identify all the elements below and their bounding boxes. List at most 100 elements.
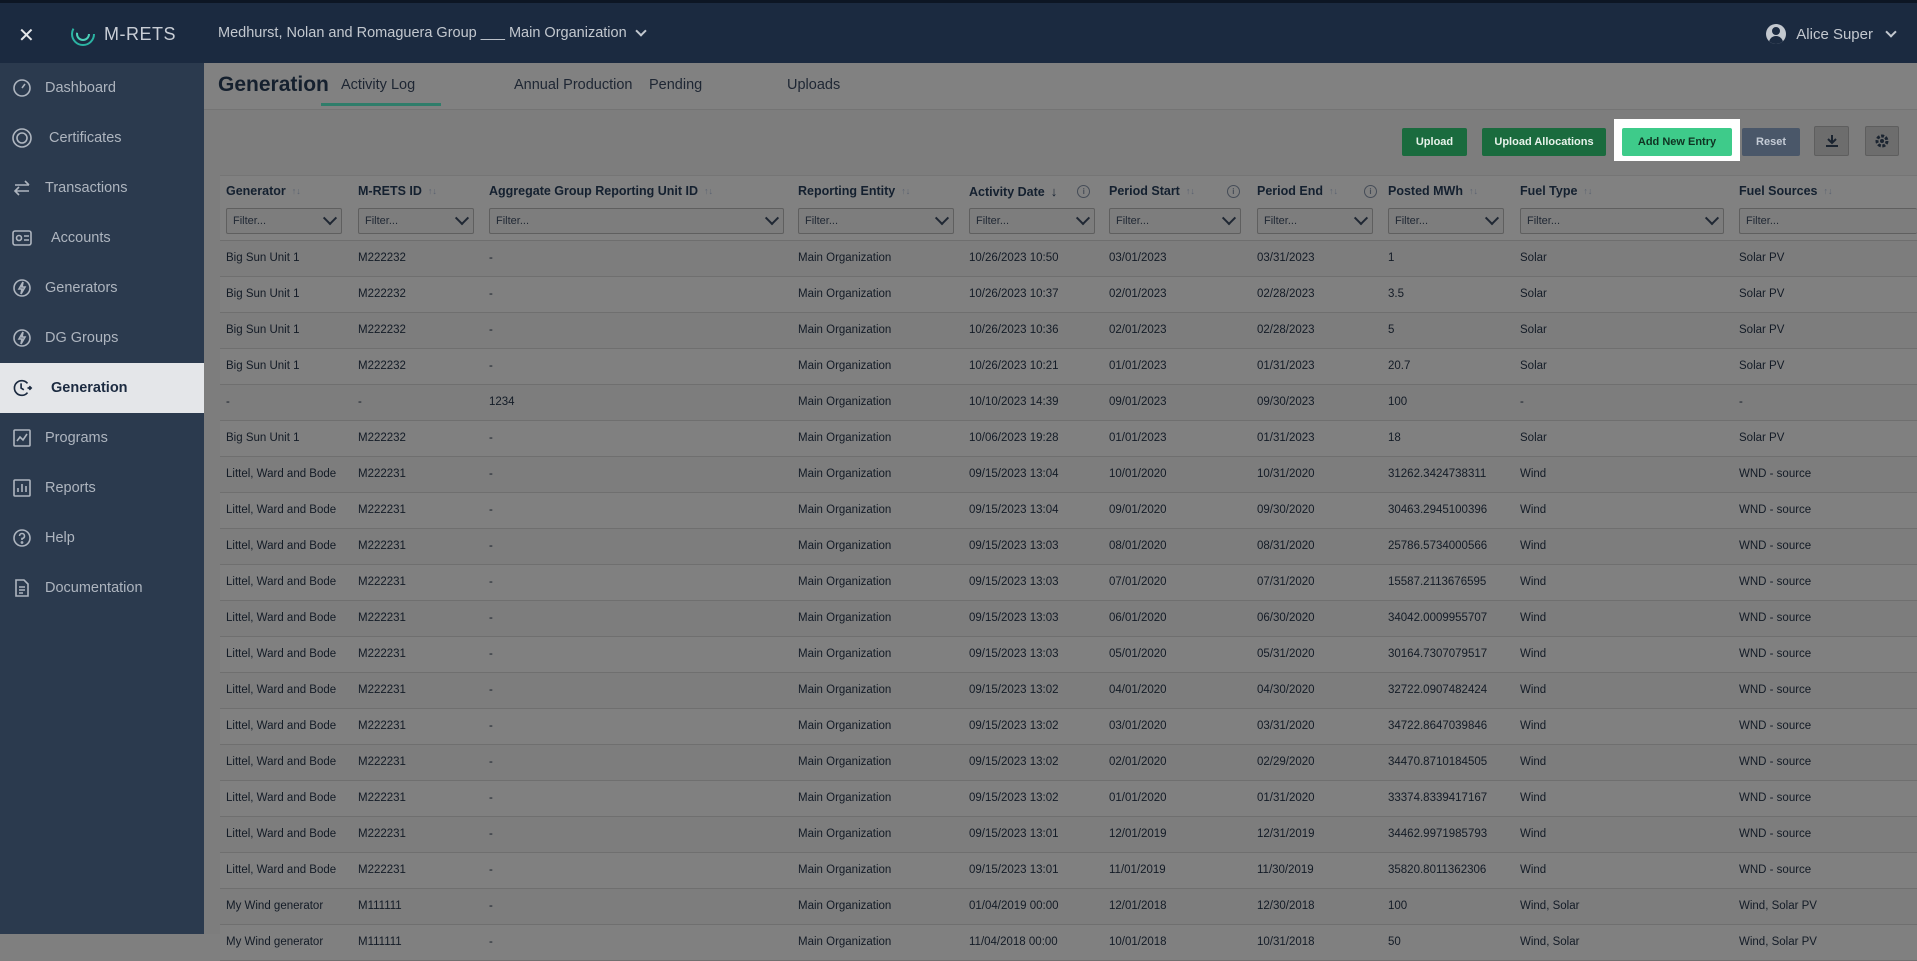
column-activity-date[interactable]: Activity Date ↓ i — [969, 184, 1091, 199]
lightning-icon — [11, 277, 33, 299]
column-mrets-id[interactable]: M-RETS ID ↑↓ — [358, 184, 437, 198]
sort-icon[interactable]: ↑↓ — [428, 186, 437, 196]
user-name: Alice Super — [1796, 25, 1873, 43]
chevron-down-icon — [1221, 211, 1237, 226]
sidebar-item-label: Transactions — [45, 180, 128, 196]
download-button[interactable] — [1814, 126, 1849, 156]
filter-fuel-sources[interactable]: Filter... — [1739, 208, 1917, 234]
tab-pending[interactable]: Pending — [649, 77, 702, 93]
column-fuel-sources[interactable]: Fuel Sources ↑↓ — [1739, 184, 1833, 198]
logo[interactable]: M-RETS — [70, 21, 176, 47]
sidebar-item-help[interactable]: Help — [0, 513, 204, 563]
column-period-end[interactable]: Period End ↑↓ i — [1257, 184, 1377, 198]
cell-activity-date: 09/15/2023 13:03 — [969, 540, 1059, 552]
column-reporting-entity[interactable]: Reporting Entity ↑↓ — [798, 184, 910, 198]
sort-icon[interactable]: ↑↓ — [1329, 186, 1338, 196]
filter-mrets-id[interactable]: Filter... — [358, 208, 474, 234]
sort-icon[interactable]: ↑↓ — [901, 186, 910, 196]
cell-posted-mwh: 34042.0009955707 — [1388, 612, 1488, 624]
settings-button[interactable] — [1865, 126, 1899, 156]
cell-period-start: 04/01/2020 — [1109, 684, 1167, 696]
sidebar-item-reports[interactable]: Reports — [0, 463, 204, 513]
reset-button[interactable]: Reset — [1742, 128, 1800, 156]
table-row[interactable]: - - 1234 Main Organization 10/10/2023 14:39 0… — [220, 385, 1917, 421]
filter-aggregate-group-id[interactable]: Filter... — [489, 208, 784, 234]
table-row[interactable]: Littel, Ward and Bode M222231 - Main Organi… — [220, 457, 1917, 493]
cell-generator: My Wind generator — [226, 900, 324, 912]
sidebar-item-dg-groups[interactable]: DG Groups — [0, 313, 204, 363]
tab-activity-log[interactable]: Activity Log — [321, 77, 442, 106]
filter-generator[interactable]: Filter... — [226, 208, 342, 234]
sidebar-item-accounts[interactable]: Accounts — [0, 213, 204, 263]
sidebar-item-transactions[interactable]: Transactions — [0, 163, 204, 213]
filter-placeholder: Filter... — [1395, 215, 1429, 227]
cell-period-start: 09/01/2020 — [1109, 504, 1167, 516]
cell-aggregate-group-id: - — [489, 576, 493, 588]
cell-activity-date: 09/15/2023 13:01 — [969, 864, 1059, 876]
table-row[interactable]: Littel, Ward and Bode M222231 - Main Organi… — [220, 529, 1917, 565]
table-row[interactable]: Big Sun Unit 1 M222232 - Main Organization 1… — [220, 421, 1917, 457]
upload-button[interactable]: Upload — [1402, 128, 1467, 156]
tab-annual-production[interactable]: Annual Production — [514, 77, 633, 93]
table-row[interactable]: Littel, Ward and Bode M222231 - Main Organi… — [220, 493, 1917, 529]
table-row[interactable]: My Wind generator M111111 - Main Organizati… — [220, 925, 1917, 961]
info-icon[interactable]: i — [1077, 185, 1091, 198]
cell-period-end: 11/30/2019 — [1257, 864, 1314, 876]
cell-mrets-id: M222231 — [358, 648, 406, 660]
cell-period-end: 10/31/2020 — [1257, 468, 1315, 480]
table-row[interactable]: Big Sun Unit 1 M222232 - Main Organization 1… — [220, 241, 1917, 277]
table-row[interactable]: Big Sun Unit 1 M222232 - Main Organization 1… — [220, 349, 1917, 385]
table-row[interactable]: Big Sun Unit 1 M222232 - Main Organization 1… — [220, 277, 1917, 313]
sidebar-item-documentation[interactable]: Documentation — [0, 563, 204, 613]
sidebar-item-dashboard[interactable]: Dashboard — [0, 63, 204, 113]
organization-selector[interactable]: Medhurst, Nolan and Romaguera Group ___ … — [218, 25, 647, 41]
table-row[interactable]: Littel, Ward and Bode M222231 - Main Organi… — [220, 781, 1917, 817]
table-row[interactable]: Littel, Ward and Bode M222231 - Main Organi… — [220, 709, 1917, 745]
cell-period-start: 10/01/2020 — [1109, 468, 1167, 480]
sort-descending-icon[interactable]: ↓ — [1051, 184, 1058, 199]
sort-icon[interactable]: ↑↓ — [292, 186, 301, 196]
table-row[interactable]: Big Sun Unit 1 M222232 - Main Organization 1… — [220, 313, 1917, 349]
filter-posted-mwh[interactable]: Filter... — [1388, 208, 1504, 234]
table-row[interactable]: Littel, Ward and Bode M222231 - Main Organi… — [220, 637, 1917, 673]
user-menu[interactable]: Alice Super — [1766, 24, 1897, 44]
cell-generator: Littel, Ward and Bode — [226, 720, 337, 732]
column-fuel-type[interactable]: Fuel Type ↑↓ — [1520, 184, 1592, 198]
table-row[interactable]: Littel, Ward and Bode M222231 - Main Organi… — [220, 745, 1917, 781]
info-icon[interactable]: i — [1226, 184, 1240, 198]
table-row[interactable]: Littel, Ward and Bode M222231 - Main Organi… — [220, 601, 1917, 637]
column-period-start[interactable]: Period Start ↑↓ i — [1109, 184, 1240, 198]
close-icon[interactable]: ✕ — [18, 23, 35, 48]
table-row[interactable]: Littel, Ward and Bode M222231 - Main Organi… — [220, 673, 1917, 709]
filter-activity-date[interactable]: Filter... — [969, 208, 1095, 234]
table-row[interactable]: Littel, Ward and Bode M222231 - Main Organi… — [220, 853, 1917, 889]
cell-reporting-entity: Main Organization — [798, 792, 892, 804]
sort-icon[interactable]: ↑↓ — [1824, 186, 1833, 196]
table-row[interactable]: My Wind generator M111111 - Main Organizati… — [220, 889, 1917, 925]
sidebar-item-certificates[interactable]: Certificates — [0, 113, 204, 163]
filter-period-start[interactable]: Filter... — [1109, 208, 1241, 234]
cell-fuel-type: Wind — [1520, 504, 1547, 516]
sidebar-item-programs[interactable]: Programs — [0, 413, 204, 463]
sidebar-item-generators[interactable]: Generators — [0, 263, 204, 313]
sort-icon[interactable]: ↑↓ — [704, 186, 713, 196]
table-row[interactable]: Littel, Ward and Bode M222231 - Main Organi… — [220, 565, 1917, 601]
column-aggregate-group-id[interactable]: Aggregate Group Reporting Unit ID ↑↓ — [489, 184, 713, 198]
upload-allocations-button[interactable]: Upload Allocations — [1482, 128, 1606, 156]
add-new-entry-button[interactable]: Add New Entry — [1622, 128, 1732, 156]
filter-fuel-type[interactable]: Filter... — [1520, 208, 1724, 234]
column-label: Aggregate Group Reporting Unit ID — [489, 184, 699, 198]
sidebar-item-generation[interactable]: Generation — [0, 363, 204, 413]
cell-period-start: 03/01/2020 — [1109, 720, 1167, 732]
sort-icon[interactable]: ↑↓ — [1583, 186, 1592, 196]
sidebar-item-label: Generation — [51, 380, 128, 396]
filter-period-end[interactable]: Filter... — [1257, 208, 1373, 234]
column-posted-mwh[interactable]: Posted MWh ↑↓ — [1388, 184, 1478, 198]
column-generator[interactable]: Generator ↑↓ — [226, 184, 301, 198]
sort-icon[interactable]: ↑↓ — [1186, 186, 1195, 196]
sort-icon[interactable]: ↑↓ — [1469, 186, 1478, 196]
tab-uploads[interactable]: Uploads — [787, 77, 840, 93]
filter-reporting-entity[interactable]: Filter... — [798, 208, 954, 234]
table-row[interactable]: Littel, Ward and Bode M222231 - Main Organi… — [220, 817, 1917, 853]
info-icon[interactable]: i — [1363, 184, 1377, 198]
